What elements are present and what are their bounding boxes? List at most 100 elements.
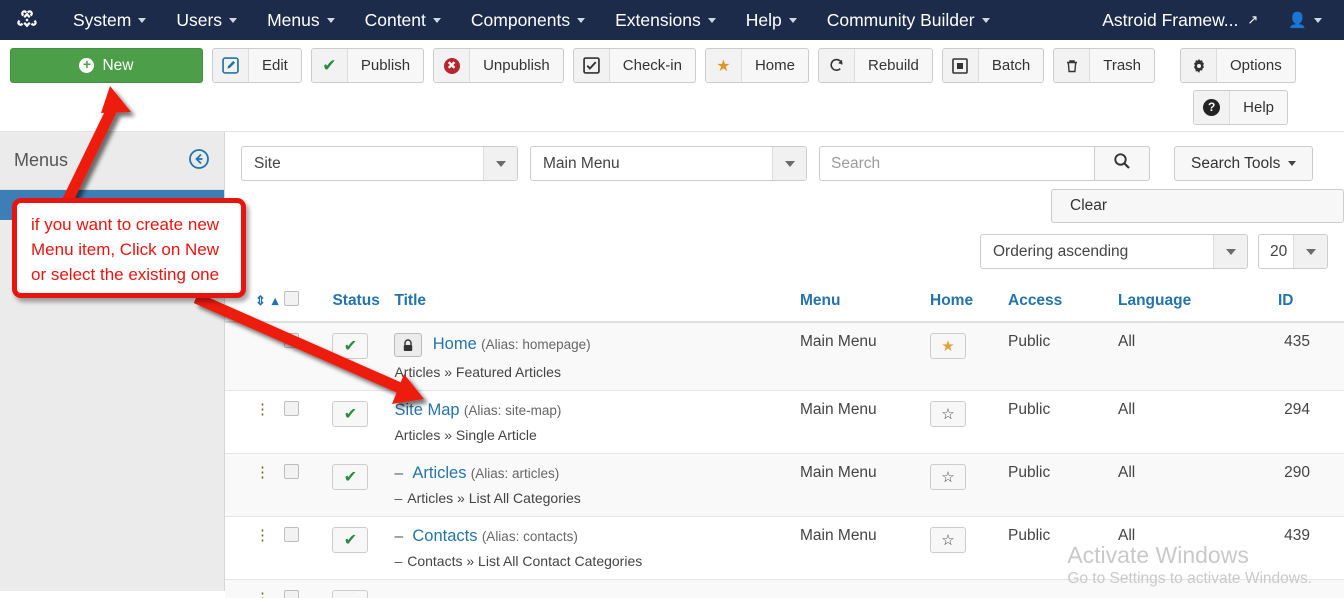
status-toggle-button[interactable]: ✔ [332,527,369,553]
search-submit-button[interactable] [1094,146,1150,181]
row-title-sub: – Articles » List All Categories [394,490,800,506]
col-ordering[interactable]: ⇕▴ [225,285,285,323]
col-home[interactable]: Home [930,285,1008,323]
new-button[interactable]: + New [10,48,203,83]
ordering-select-value: Ordering ascending [993,242,1129,260]
list-limit-select[interactable]: 20 [1258,234,1328,269]
sort-icon: ⇕ [255,293,272,308]
row-title-link[interactable]: Articles [412,464,466,482]
row-title-sub: – Contacts » List All Contact Categories [394,553,800,569]
home-toggle-button[interactable]: ☆ [930,464,966,490]
col-select-all[interactable] [284,285,333,323]
external-link-icon: ↗ [1247,12,1259,27]
row-menu-cell [800,579,930,598]
drag-handle-icon[interactable]: ⋮ [255,464,270,481]
sidebar-title: Menus [14,150,69,170]
drag-handle-icon[interactable]: ⋮ [255,401,270,418]
col-language[interactable]: Language [1118,285,1278,323]
rebuild-button-label: Rebuild [867,57,919,74]
row-title-link[interactable]: Contacts [412,527,477,545]
app-root: System Users Menus Content Components Ex… [0,0,1344,598]
drag-handle-icon[interactable]: ⋮ [255,527,270,544]
col-id[interactable]: ID [1278,285,1344,323]
trash-button-label: Trash [1103,57,1142,74]
chevron-down-icon [432,17,441,23]
search-tools-label: Search Tools [1191,154,1281,172]
clear-button-label: Clear [1070,197,1108,214]
row-language-cell [1118,579,1278,598]
status-toggle-button[interactable]: ✔ [332,401,369,427]
site-preview-label: Astroid Framew... [1102,9,1239,30]
chevron-down-icon [1288,161,1297,166]
joomla-logo-icon[interactable] [14,7,40,33]
row-checkbox-cell [284,390,333,454]
site-client-select[interactable]: Site [241,146,518,181]
batch-button[interactable]: Batch [941,48,1045,83]
refresh-icon [818,49,855,82]
arrow-circle-left-icon[interactable] [188,148,210,174]
menu-help[interactable]: Help [731,0,812,40]
status-toggle-button[interactable]: ✔ [332,464,369,490]
menu-system[interactable]: System [58,0,161,40]
toolbar: + New Edit ✔ Publish ✖ Unpublish Check-i… [0,40,1344,132]
row-home-cell: ☆ [930,516,1008,580]
row-checkbox[interactable] [284,333,300,348]
rebuild-button[interactable]: Rebuild [817,48,933,83]
clear-button[interactable]: Clear [1051,189,1344,223]
row-home-cell: ☆ [930,390,1008,454]
menu-users-label: Users [176,9,223,30]
home-toggle-button[interactable]: ☆ [930,401,966,427]
row-handle-cell: ⋮ [225,516,285,580]
row-title-cell: – Articles (Alias: articles) – Articles »… [394,453,800,517]
edit-button[interactable]: Edit [212,48,302,83]
checkin-button[interactable]: Check-in [572,48,696,83]
menu-extensions[interactable]: Extensions [600,0,731,40]
menu-community-builder[interactable]: Community Builder [812,0,1005,40]
col-menu[interactable]: Menu [800,285,930,323]
row-title-link[interactable]: Home [433,335,477,353]
star-outline-icon: ☆ [941,469,955,486]
sidebar-item-selected[interactable] [0,190,224,220]
trash-button[interactable]: Trash [1053,48,1156,83]
ordering-select[interactable]: Ordering ascending [980,234,1248,269]
chevron-down-icon [229,17,238,23]
menu-menus[interactable]: Menus [252,0,350,40]
help-button[interactable]: ? Help [1193,90,1288,125]
search-input[interactable] [819,146,1094,181]
home-button[interactable]: ★ Home [704,48,809,83]
col-status[interactable]: Status [332,285,395,323]
menu-items-table: ⇕▴ Status Title Menu Home Access Languag… [225,285,1344,598]
status-toggle-button[interactable]: ✔ [332,590,369,598]
menu-users[interactable]: Users [161,0,252,40]
row-title-link[interactable]: Site Map [394,401,459,419]
menu-select[interactable]: Main Menu [530,146,807,181]
row-menu-cell: Main Menu [800,453,930,517]
row-checkbox-cell [284,453,333,517]
publish-button[interactable]: ✔ Publish [310,48,425,83]
user-menu[interactable]: 👤 [1273,0,1344,40]
row-checkbox[interactable] [284,590,300,598]
col-title[interactable]: Title [394,285,800,323]
row-checkbox[interactable] [284,464,300,479]
menu-help-label: Help [745,9,782,30]
status-toggle-button[interactable]: ✔ [332,333,369,359]
site-preview-link[interactable]: Astroid Framew... ↗ [1087,0,1273,40]
menu-content[interactable]: Content [350,0,456,40]
chevron-down-icon [788,17,797,23]
home-toggle-button[interactable]: ☆ [930,527,966,553]
home-button-label: Home [754,57,795,74]
row-checkbox[interactable] [284,401,300,416]
home-toggle-button[interactable]: ★ [930,333,966,359]
options-button[interactable]: Options [1180,48,1296,83]
row-access-cell: Public [1008,390,1118,454]
search-tools-button[interactable]: Search Tools [1174,146,1314,181]
menu-components[interactable]: Components [456,0,600,40]
row-checkbox[interactable] [284,527,300,542]
chevron-down-icon [577,17,586,23]
drag-handle-icon[interactable]: ⋮ [255,590,270,598]
col-access[interactable]: Access [1008,285,1118,323]
unpublish-button[interactable]: ✖ Unpublish [433,48,564,83]
toolbar-secondary-row: ? Help [10,90,1334,125]
row-language-cell: All [1118,453,1278,517]
select-all-checkbox[interactable] [284,291,300,306]
